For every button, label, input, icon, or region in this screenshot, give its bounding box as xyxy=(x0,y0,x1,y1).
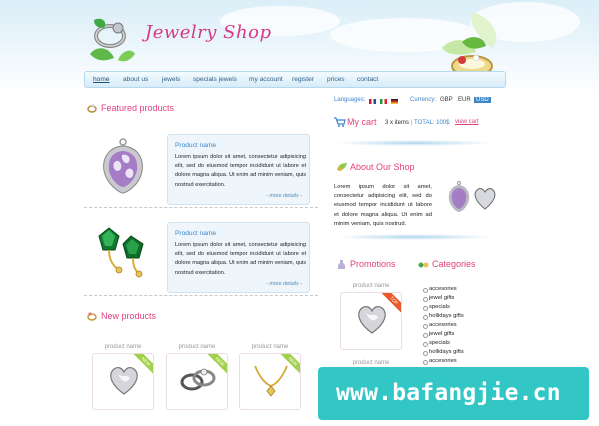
cart-separator: | xyxy=(411,120,413,126)
category-item[interactable]: accesories xyxy=(423,286,457,293)
category-item[interactable]: hollidays gifts xyxy=(423,313,464,320)
nav-register[interactable]: register xyxy=(292,76,314,83)
about-jewels-image xyxy=(448,181,496,212)
category-item[interactable]: specials xyxy=(423,340,450,347)
product-description-box: Product name Lorem ipsum dolor sit amet,… xyxy=(167,134,310,205)
leaf-icon xyxy=(337,163,347,171)
about-shop-title: About Our Shop xyxy=(350,162,415,172)
divider xyxy=(84,207,318,208)
glow-divider xyxy=(334,234,494,240)
categories-icon xyxy=(418,262,429,268)
new-product-card[interactable]: NEW xyxy=(166,353,228,410)
currency-gbp[interactable]: GBP xyxy=(440,97,453,103)
promotions-bottle-icon xyxy=(338,260,345,269)
promotions-title: Promotions xyxy=(350,259,396,269)
product-name[interactable]: Product name xyxy=(175,142,216,149)
promotion-label[interactable]: product name xyxy=(340,283,402,289)
my-cart-title: My cart xyxy=(347,117,377,127)
nav-jewels[interactable]: jewels xyxy=(162,76,180,83)
product-description: Lorem ipsum dolor sit amet, consectetur … xyxy=(175,242,306,276)
nav-my-account[interactable]: my account xyxy=(249,76,283,83)
category-item[interactable]: accesories xyxy=(423,322,457,329)
category-item[interactable]: accesories xyxy=(423,358,457,365)
nav-prices[interactable]: prices xyxy=(327,76,345,83)
nav-about-us[interactable]: about us xyxy=(123,76,148,83)
heart-pendant-icon xyxy=(110,366,138,395)
currency-eur[interactable]: EUR xyxy=(458,97,471,103)
category-item[interactable]: jewel gifts xyxy=(422,295,454,302)
main-nav: home about us jewels specials jewels my … xyxy=(84,71,506,88)
emerald-earrings-image[interactable] xyxy=(95,226,151,278)
promotion-label[interactable]: product name xyxy=(340,360,402,366)
heart-pendant-icon xyxy=(358,305,386,334)
categories-title: Categories xyxy=(432,259,476,269)
site-logo-text[interactable]: Jewelry Shop xyxy=(145,22,271,43)
new-product-label[interactable]: product name xyxy=(166,344,228,350)
gold-necklace-icon xyxy=(254,365,288,397)
category-item[interactable]: hollidays gifts xyxy=(423,349,464,356)
rings-icon xyxy=(180,368,216,391)
site-header: Jewelry Shop home about us jewels specia… xyxy=(0,0,599,95)
glow-divider xyxy=(334,140,494,146)
uk-flag-icon[interactable] xyxy=(369,99,376,104)
nav-home[interactable]: home xyxy=(93,76,110,83)
currency-usd[interactable]: USD xyxy=(474,97,491,103)
divider xyxy=(84,295,318,296)
more-details-link[interactable]: - more details - xyxy=(266,281,302,287)
new-product-card[interactable]: NEW xyxy=(239,353,301,410)
nav-contact[interactable]: contact xyxy=(357,76,378,83)
currency-label: Currency: xyxy=(410,97,437,103)
about-text: Lorem ipsum dolor sit amet, consectetur … xyxy=(334,184,432,227)
watermark-text: www.bafangjie.cn xyxy=(336,380,561,406)
languages-label: Languages: xyxy=(334,97,366,103)
amethyst-pendant-image[interactable] xyxy=(100,137,146,195)
category-item[interactable]: jewel gifts xyxy=(422,331,454,338)
featured-products-title: Featured products xyxy=(101,103,175,113)
view-cart-link[interactable]: view cart xyxy=(455,119,479,125)
product-name[interactable]: Product name xyxy=(175,230,216,237)
new-product-label[interactable]: product name xyxy=(239,344,301,350)
product-description-box: Product name Lorem ipsum dolor sit amet,… xyxy=(167,222,310,293)
cart-items-count: 3 x items xyxy=(385,120,410,126)
product-description: Lorem ipsum dolor sit amet, consectetur … xyxy=(175,154,306,188)
cart-icon[interactable] xyxy=(333,117,346,127)
logo-jewel-icon[interactable] xyxy=(88,14,136,64)
category-item[interactable]: specials xyxy=(423,304,450,311)
new-product-label[interactable]: product name xyxy=(92,344,154,350)
watermark-banner: www.bafangjie.cn xyxy=(318,367,589,420)
new-products-title: New products xyxy=(101,311,157,321)
new-products-ring-icon xyxy=(87,312,97,321)
cart-total: TOTAL: 100$ xyxy=(414,120,450,126)
nav-specials-jewels[interactable]: specials jewels xyxy=(193,76,237,83)
italy-flag-icon[interactable] xyxy=(380,99,387,104)
more-details-link[interactable]: - more details - xyxy=(266,193,302,199)
germany-flag-icon[interactable] xyxy=(391,99,398,104)
featured-ring-icon xyxy=(87,104,97,113)
new-product-card[interactable]: NEW xyxy=(92,353,154,410)
promotion-card[interactable]: TOP xyxy=(340,292,402,350)
